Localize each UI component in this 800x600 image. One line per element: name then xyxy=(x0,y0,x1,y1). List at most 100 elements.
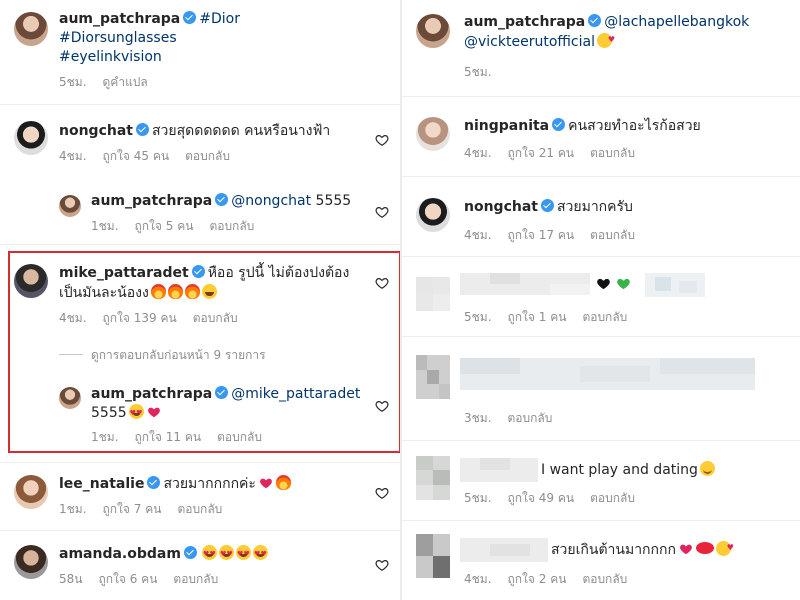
comment-username[interactable]: nongchat xyxy=(59,123,133,139)
pixelated-avatar xyxy=(416,456,450,500)
comment-username[interactable]: nongchat xyxy=(464,199,538,215)
reply-button[interactable]: ตอบกลับ xyxy=(582,310,627,324)
comment-text: หืออ รูปนี้ ไม่ต้องปงต้อง xyxy=(207,265,350,281)
avatar[interactable] xyxy=(14,264,48,298)
like-heart-icon[interactable] xyxy=(375,486,389,500)
caption-line-2: @vickteerutofficial xyxy=(464,30,615,52)
likes-count[interactable]: ถูกใจ 6 คน xyxy=(98,572,157,586)
comment-meta: 4ชม. ถูกใจ 2 คน ตอบกลับ xyxy=(464,571,643,587)
heart-eyes-emoji-icon xyxy=(252,545,268,564)
emoji-line xyxy=(592,276,632,295)
comment-text-line: mike_pattaradet หืออ รูปนี้ ไม่ต้องปงต้อง xyxy=(59,264,349,283)
likes-count[interactable]: ถูกใจ 49 คน xyxy=(508,491,575,505)
mention-link[interactable]: @nongchat xyxy=(231,193,311,209)
avatar[interactable] xyxy=(59,195,81,217)
likes-count[interactable]: ถูกใจ 1 คน xyxy=(508,310,567,324)
comment-meta: 5ชม. ถูกใจ 49 คน ตอบกลับ xyxy=(464,490,651,506)
avatar[interactable] xyxy=(59,387,81,409)
pixelated-username xyxy=(460,273,590,295)
avatar[interactable] xyxy=(14,121,48,155)
heart-eyes-emoji-icon xyxy=(201,545,217,564)
comment-text-line: lee_natalie สวยมากกกกค่ะ xyxy=(59,475,291,494)
red-heart-emoji-icon xyxy=(258,476,274,490)
avatar[interactable] xyxy=(416,14,450,48)
likes-count[interactable]: ถูกใจ 7 คน xyxy=(103,502,162,516)
caption-meta: 5ชม. xyxy=(464,64,508,80)
comment-username[interactable]: aum_patchrapa xyxy=(91,386,212,402)
comment-meta: 1ชม. ถูกใจ 5 คน ตอบกลับ xyxy=(91,218,270,234)
timestamp: 4ชม. xyxy=(464,146,492,160)
avatar[interactable] xyxy=(14,545,48,579)
comment-meta: 4ชม. ถูกใจ 45 คน ตอบกลับ xyxy=(59,148,246,164)
timestamp: 5ชม. xyxy=(464,310,492,324)
comment-username[interactable]: aum_patchrapa xyxy=(91,193,212,209)
divider xyxy=(402,256,800,257)
likes-count[interactable]: ถูกใจ 45 คน xyxy=(103,149,170,163)
hashtag-link[interactable]: #Dior xyxy=(199,11,240,27)
comment-meta: 4ชม. ถูกใจ 139 คน ตอบกลับ xyxy=(59,310,254,326)
likes-count[interactable]: ถูกใจ 21 คน xyxy=(508,146,575,160)
reply-button[interactable]: ตอบกลับ xyxy=(582,572,627,586)
verified-badge-icon xyxy=(552,118,566,131)
avatar[interactable] xyxy=(416,198,450,232)
mention-link[interactable]: @vickteerutofficial xyxy=(464,34,595,50)
like-heart-icon[interactable] xyxy=(375,205,389,219)
view-previous-replies[interactable]: ดูการตอบกลับก่อนหน้า 9 รายการ xyxy=(59,347,266,363)
reply-button[interactable]: ตอบกลับ xyxy=(590,491,635,505)
reply-button[interactable]: ตอบกลับ xyxy=(185,149,230,163)
comment-username[interactable]: amanda.obdam xyxy=(59,546,181,562)
reply-button[interactable]: ตอบกลับ xyxy=(193,311,238,325)
heart-eyes-emoji-icon xyxy=(218,545,234,564)
avatar[interactable] xyxy=(14,12,48,46)
avatar[interactable] xyxy=(416,117,450,151)
mention-link[interactable]: @lachapellebangkok xyxy=(604,14,749,30)
caption-username[interactable]: aum_patchrapa xyxy=(464,14,585,30)
reply-button[interactable]: ตอบกลับ xyxy=(209,219,254,233)
reply-button[interactable]: ตอบกลับ xyxy=(177,502,222,516)
comment-username[interactable]: mike_pattaradet xyxy=(59,265,189,281)
caption-meta: 5ชม. ดูคำแปล xyxy=(59,74,164,90)
reply-button[interactable]: ตอบกลับ xyxy=(590,146,635,160)
comment-meta: 58น ถูกใจ 6 คน ตอบกลับ xyxy=(59,571,234,587)
comment-text: สวยเกินต้านมากกกก xyxy=(551,542,676,558)
caption-line-1: aum_patchrapa #Dior xyxy=(59,10,240,29)
caption-line-3: #eyelinkvision xyxy=(59,48,162,67)
pixelated-text xyxy=(645,273,705,297)
reply-button[interactable]: ตอบกลับ xyxy=(217,430,262,444)
mention-link[interactable]: @mike_pattaradet xyxy=(231,386,360,402)
avatar[interactable] xyxy=(14,475,48,509)
like-heart-icon[interactable] xyxy=(375,558,389,572)
pixelated-text xyxy=(460,358,755,390)
reply-text-line-2: 5555 xyxy=(91,404,162,423)
comment-text-line: nongchat สวยสุดดดดดด คนหรือนางฟ้า xyxy=(59,122,330,141)
likes-count[interactable]: ถูกใจ 139 คน xyxy=(103,311,177,325)
reply-button[interactable]: ตอบกลับ xyxy=(508,411,553,425)
likes-count[interactable]: ถูกใจ 5 คน xyxy=(135,219,194,233)
comment-text-line: ningpanita คนสวยทำอะไรก้อสวย xyxy=(464,117,701,136)
translate-link[interactable]: ดูคำแปล xyxy=(103,75,148,89)
comment-username[interactable]: ningpanita xyxy=(464,118,549,134)
hashtag-link[interactable]: #eyelinkvision xyxy=(59,49,162,65)
timestamp: 4ชม. xyxy=(464,228,492,242)
comment-text: คนสวยทำอะไรก้อสวย xyxy=(568,118,701,134)
comment-text-line: สวยเกินต้านมากกกก xyxy=(551,538,734,560)
reply-text-line: aum_patchrapa @nongchat 5555 xyxy=(91,192,351,211)
comment-meta: 5ชม. ถูกใจ 1 คน ตอบกลับ xyxy=(464,309,643,325)
like-heart-icon[interactable] xyxy=(375,133,389,147)
reply-button[interactable]: ตอบกลับ xyxy=(173,572,218,586)
like-heart-icon[interactable] xyxy=(375,276,389,290)
comment-meta: 1ชม. ถูกใจ 7 คน ตอบกลับ xyxy=(59,501,238,517)
likes-count[interactable]: ถูกใจ 2 คน xyxy=(508,572,567,586)
comment-username[interactable]: lee_natalie xyxy=(59,476,144,492)
caption-username[interactable]: aum_patchrapa xyxy=(59,11,180,27)
reply-button[interactable]: ตอบกลับ xyxy=(590,228,635,242)
like-heart-icon[interactable] xyxy=(375,399,389,413)
heart-eyes-emoji-icon xyxy=(235,545,251,564)
hashtag-link[interactable]: #Diorsunglasses xyxy=(59,30,177,46)
green-heart-emoji-icon xyxy=(615,276,632,291)
likes-count[interactable]: ถูกใจ 11 คน xyxy=(135,430,202,444)
view-replies-label[interactable]: ดูการตอบกลับก่อนหน้า 9 รายการ xyxy=(91,348,266,362)
divider xyxy=(0,244,400,245)
likes-count[interactable]: ถูกใจ 17 คน xyxy=(508,228,575,242)
comment-meta: 4ชม. ถูกใจ 21 คน ตอบกลับ xyxy=(464,145,651,161)
